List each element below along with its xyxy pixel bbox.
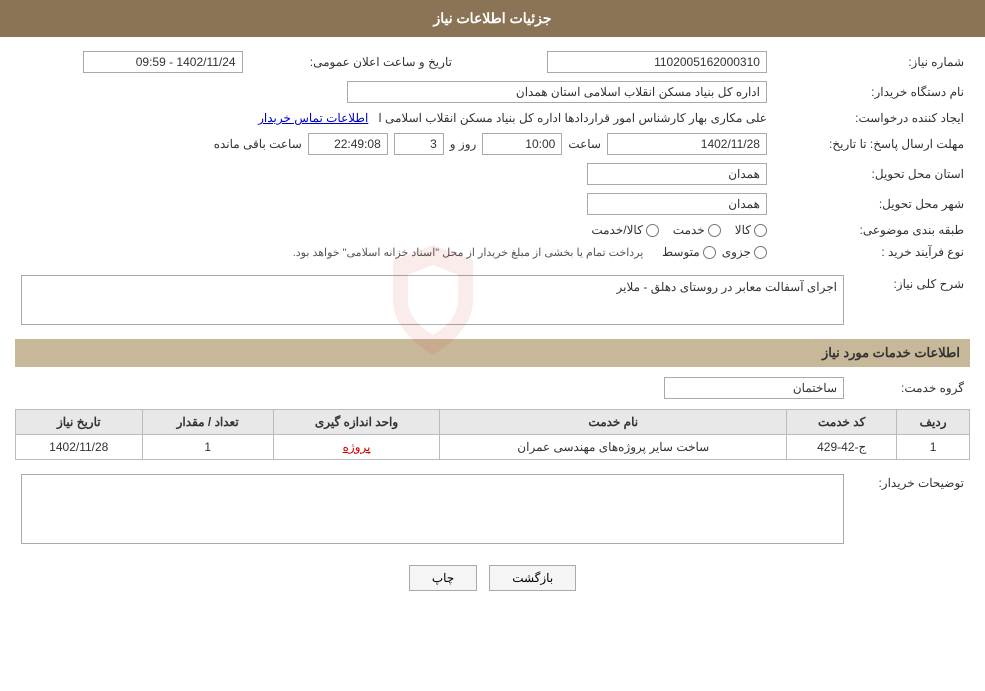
col-vahed: واحد اندازه گیری — [273, 410, 439, 435]
sharh-table: شرح کلی نیاز: اجرای آسفالت معابر در روست… — [15, 271, 970, 329]
baghimande-label: ساعت باقی مانده — [214, 137, 302, 151]
radio-kala[interactable]: کالا — [735, 223, 767, 237]
radio-khedmat[interactable]: خدمت — [673, 223, 721, 237]
page-title: جزئیات اطلاعات نیاز — [433, 10, 551, 26]
col-radif: ردیف — [897, 410, 970, 435]
page-header: جزئیات اطلاعات نیاز — [0, 0, 985, 37]
tawzihat-value — [15, 470, 850, 551]
shomare-niaz-label: شماره نیاز: — [773, 47, 970, 77]
radio-kala-khedmat[interactable]: کالا/خدمت — [591, 223, 658, 237]
shield-watermark — [373, 240, 493, 360]
sharh-value: اجرای آسفالت معابر در روستای دهلق - ملای… — [15, 271, 850, 329]
mohlat-label: مهلت ارسال پاسخ: تا تاریخ: — [773, 129, 970, 159]
bazgasht-button[interactable]: بازگشت — [489, 565, 576, 591]
goroh-value: ساختمان — [15, 373, 850, 403]
goroh-table: گروه خدمت: ساختمان — [15, 373, 970, 403]
shahr-label: شهر محل تحویل: — [773, 189, 970, 219]
col-name: نام خدمت — [440, 410, 787, 435]
cell-radif: 1 — [897, 435, 970, 460]
sharh-label: شرح کلی نیاز: — [850, 271, 970, 329]
mohlat-value: 1402/11/28 ساعت 10:00 روز و 3 22:49:08 س… — [15, 129, 773, 159]
tawzihat-table: توضیحات خریدار: — [15, 470, 970, 551]
cell-tedad: 1 — [142, 435, 273, 460]
nam-dastgah-label: نام دستگاه خریدار: — [773, 77, 970, 107]
tawzihat-textarea[interactable] — [21, 474, 844, 544]
services-table: ردیف کد خدمت نام خدمت واحد اندازه گیری ت… — [15, 409, 970, 460]
cell-vahed: پروژه — [273, 435, 439, 460]
ostan-label: استان محل تحویل: — [773, 159, 970, 189]
radio-mottaset[interactable]: متوسط — [662, 245, 716, 259]
cell-tarikh: 1402/11/28 — [16, 435, 143, 460]
saat-label: ساعت — [568, 137, 601, 151]
tarifbandi-value: کالا خدمت کالا/خدمت — [15, 219, 773, 241]
ijad-konande-value: علی مکاری بهار کارشناس امور قراردادها اد… — [15, 107, 773, 129]
button-row: بازگشت چاپ — [15, 565, 970, 591]
radio-jozvi[interactable]: جزوی — [722, 245, 767, 259]
chap-button[interactable]: چاپ — [409, 565, 477, 591]
shahr-value: همدان — [15, 189, 773, 219]
ostan-value: همدان — [15, 159, 773, 189]
table-row: 1 ج-42-429 ساخت سایر پروژه‌های مهندسی عم… — [16, 435, 970, 460]
now-farayand-label: نوع فرآیند خرید : — [773, 241, 970, 263]
ettelaat-tamas-link[interactable]: اطلاعات تماس خریدار — [258, 111, 368, 125]
tarikh-elan-label: تاریخ و ساعت اعلان عمومی: — [249, 47, 458, 77]
shomare-niaz-value: 1102005162000310 — [458, 47, 773, 77]
col-tarikh: تاریخ نیاز — [16, 410, 143, 435]
tarikh-elan-value: 1402/11/24 - 09:59 — [15, 47, 249, 77]
cell-name: ساخت سایر پروژه‌های مهندسی عمران — [440, 435, 787, 460]
nam-dastgah-value: اداره کل بنیاد مسکن انقلاب اسلامی استان … — [15, 77, 773, 107]
goroh-label: گروه خدمت: — [850, 373, 970, 403]
info-table: شماره نیاز: 1102005162000310 تاریخ و ساع… — [15, 47, 970, 263]
col-tedad: تعداد / مقدار — [142, 410, 273, 435]
col-kod: کد خدمت — [787, 410, 897, 435]
cell-kod: ج-42-429 — [787, 435, 897, 460]
rooz-label: روز و — [450, 137, 477, 151]
tawzihat-label: توضیحات خریدار: — [850, 470, 970, 551]
khadamat-section-title: اطلاعات خدمات مورد نیاز — [15, 339, 970, 367]
tarifbandi-label: طبقه بندی موضوعی: — [773, 219, 970, 241]
ijad-konande-label: ایجاد کننده درخواست: — [773, 107, 970, 129]
